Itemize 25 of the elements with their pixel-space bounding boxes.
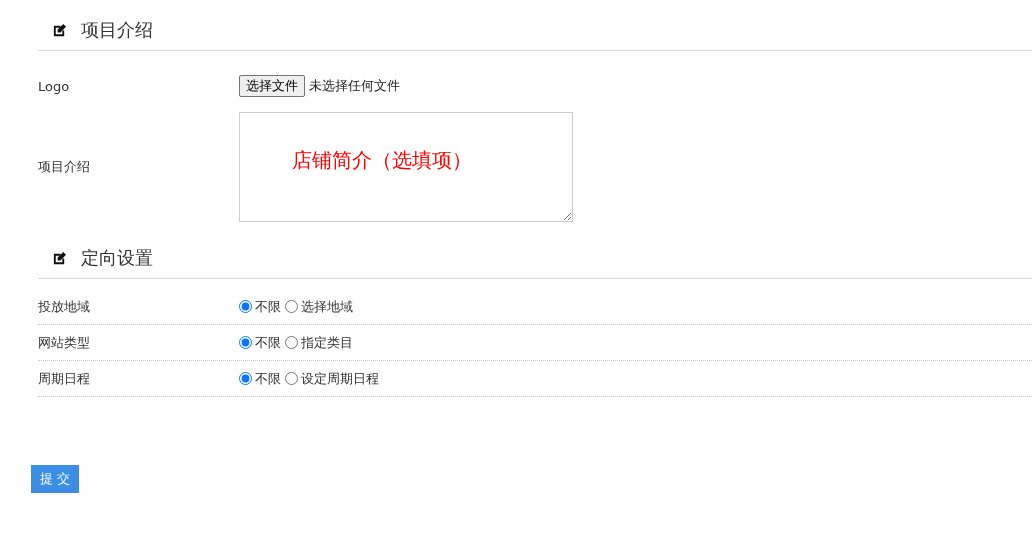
field-label: 投放地域 xyxy=(38,297,91,316)
section-title: 定向设置 xyxy=(81,246,153,270)
edit-icon xyxy=(52,250,67,266)
option-label: 不限 xyxy=(255,369,281,388)
field-label: Logo xyxy=(38,78,71,94)
field-label: 项目介绍 xyxy=(38,158,91,176)
option-label: 不限 xyxy=(255,297,281,316)
intro-textarea[interactable]: 店铺简介（选填项） xyxy=(239,112,573,222)
radio-button[interactable] xyxy=(239,300,252,313)
option-label: 设定周期日程 xyxy=(301,369,379,388)
option-label: 不限 xyxy=(255,333,281,352)
radio-button[interactable] xyxy=(285,372,298,385)
option-label: 指定类目 xyxy=(301,333,353,352)
choose-file-button[interactable]: 选择文件 xyxy=(239,75,305,97)
file-status: 未选择任何文件 xyxy=(309,78,400,93)
radio-button[interactable] xyxy=(285,300,298,313)
field-label: 网站类型 xyxy=(38,333,91,352)
edit-icon xyxy=(52,22,67,38)
submit-button[interactable]: 提 交 xyxy=(31,465,80,493)
radio-button[interactable] xyxy=(239,372,252,385)
radio-button[interactable] xyxy=(285,336,298,349)
field-label: 周期日程 xyxy=(38,369,91,388)
radio-button[interactable] xyxy=(239,336,252,349)
option-label: 选择地域 xyxy=(301,297,353,316)
section-title: 项目介绍 xyxy=(81,18,153,42)
